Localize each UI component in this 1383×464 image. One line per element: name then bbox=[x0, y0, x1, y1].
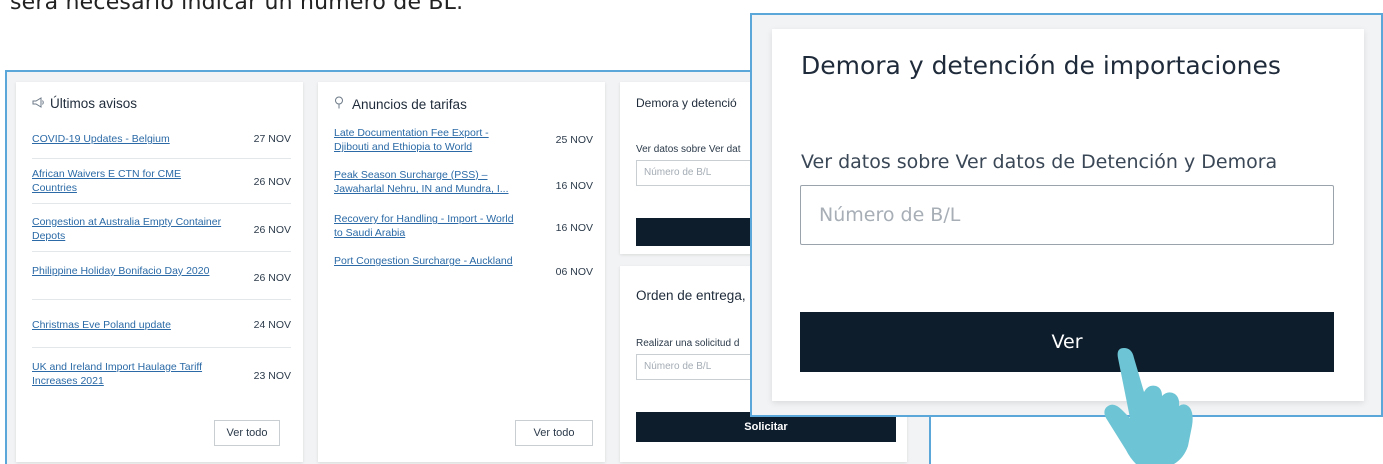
tarifa-date: 25 NOV bbox=[555, 134, 593, 146]
tarifas-title: Anuncios de tarifas bbox=[334, 96, 467, 112]
zoom-label: Ver datos sobre Ver datos de Detención y… bbox=[801, 151, 1278, 173]
tarifas-see-all-button[interactable]: Ver todo bbox=[515, 420, 593, 446]
tarifa-link[interactable]: Port Congestion Surcharge - Auckland bbox=[334, 254, 524, 268]
tarifas-title-label: Anuncios de tarifas bbox=[352, 97, 467, 112]
zoom-title: Demora y detención de importaciones bbox=[801, 51, 1281, 80]
tarifas-card: Anuncios de tarifas Late Documentation F… bbox=[318, 82, 605, 462]
aviso-link[interactable]: COVID-19 Updates - Belgium bbox=[32, 132, 222, 146]
orden-card-label: Realizar una solicitud d bbox=[636, 338, 740, 349]
intro-text: será necesario indicar un número de BL. bbox=[10, 0, 464, 15]
ver-button[interactable]: Ver bbox=[800, 312, 1334, 372]
list-item: African Waivers E CTN for CME Countries … bbox=[32, 159, 291, 204]
tarifa-link[interactable]: Late Documentation Fee Export - Djibouti… bbox=[334, 126, 524, 154]
tarifa-date: 06 NOV bbox=[555, 266, 593, 278]
list-item: Peak Season Surcharge (PSS) – Jawaharlal… bbox=[334, 168, 593, 210]
list-item: Christmas Eve Poland update 24 NOV bbox=[32, 300, 291, 348]
avisos-list: COVID-19 Updates - Belgium 27 NOV Africa… bbox=[32, 122, 291, 396]
aviso-link[interactable]: Christmas Eve Poland update bbox=[32, 318, 222, 332]
list-item: Port Congestion Surcharge - Auckland 06 … bbox=[334, 252, 593, 294]
bl-number-input[interactable]: Número de B/L bbox=[800, 185, 1334, 245]
tarifa-date: 16 NOV bbox=[555, 222, 593, 234]
zoom-callout: Demora y detención de importaciones Ver … bbox=[750, 13, 1383, 417]
list-item: Late Documentation Fee Export - Djibouti… bbox=[334, 126, 593, 168]
aviso-link[interactable]: Congestion at Australia Empty Container … bbox=[32, 215, 222, 243]
tarifa-link[interactable]: Recovery for Handling - Import - World t… bbox=[334, 212, 524, 240]
aviso-date: 26 NOV bbox=[253, 176, 291, 188]
list-item: UK and Ireland Import Haulage Tariff Inc… bbox=[32, 348, 291, 396]
aviso-date: 27 NOV bbox=[253, 133, 291, 145]
avisos-see-all-button[interactable]: Ver todo bbox=[214, 420, 280, 446]
aviso-date: 26 NOV bbox=[253, 224, 291, 236]
list-item: COVID-19 Updates - Belgium 27 NOV bbox=[32, 122, 291, 159]
avisos-title-label: Últimos avisos bbox=[50, 96, 138, 111]
tarifa-date: 16 NOV bbox=[555, 180, 593, 192]
tarifas-list: Late Documentation Fee Export - Djibouti… bbox=[334, 126, 593, 294]
aviso-date: 24 NOV bbox=[253, 319, 291, 331]
megaphone-icon bbox=[32, 96, 50, 111]
orden-card-title: Orden de entrega, a bbox=[636, 288, 757, 303]
list-item: Philippine Holiday Bonifacio Day 2020 26… bbox=[32, 252, 291, 300]
tarifa-link[interactable]: Peak Season Surcharge (PSS) – Jawaharlal… bbox=[334, 168, 524, 196]
pin-icon bbox=[334, 96, 352, 112]
pointer-hand-icon bbox=[1104, 348, 1193, 464]
aviso-date: 23 NOV bbox=[253, 370, 291, 382]
avisos-title: Últimos avisos bbox=[32, 96, 137, 111]
list-item: Congestion at Australia Empty Container … bbox=[32, 204, 291, 252]
aviso-link[interactable]: Philippine Holiday Bonifacio Day 2020 bbox=[32, 264, 222, 278]
avisos-card: Últimos avisos COVID-19 Updates - Belgiu… bbox=[16, 82, 303, 462]
aviso-date: 26 NOV bbox=[253, 272, 291, 284]
demora-card-title: Demora y detenció bbox=[636, 96, 737, 110]
list-item: Recovery for Handling - Import - World t… bbox=[334, 210, 593, 252]
zoom-demora-card: Demora y detención de importaciones Ver … bbox=[772, 29, 1364, 401]
aviso-link[interactable]: UK and Ireland Import Haulage Tariff Inc… bbox=[32, 360, 222, 388]
aviso-link[interactable]: African Waivers E CTN for CME Countries bbox=[32, 167, 222, 195]
demora-card-label: Ver datos sobre Ver dat bbox=[636, 144, 741, 155]
